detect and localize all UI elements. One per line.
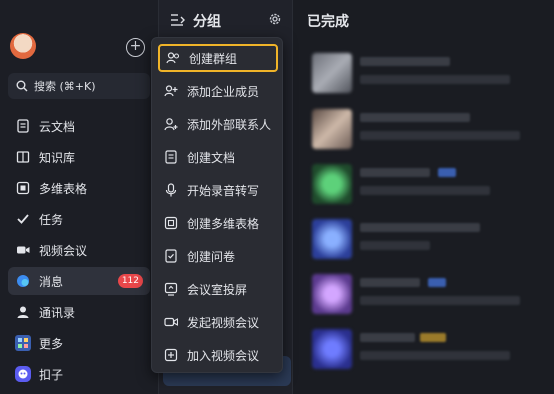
column-title: 分组 — [193, 14, 221, 30]
avatar — [312, 274, 352, 314]
menu-item-label: 加入视频会议 — [187, 348, 260, 363]
menu-item-label: 创建多维表格 — [187, 216, 260, 231]
group-icon — [166, 51, 180, 65]
sidebar-item-label: 消息 — [39, 274, 64, 289]
join-icon — [164, 348, 178, 362]
sidebar-item-label: 视频会议 — [39, 243, 88, 258]
book-icon — [15, 149, 31, 165]
panel-title: 已完成 — [307, 14, 349, 30]
blurred-text — [360, 241, 430, 250]
blurred-text — [360, 75, 510, 84]
menu-item-label: 创建问卷 — [187, 249, 236, 264]
unread-badge: 112 — [117, 274, 143, 288]
sidebar-item-label: 云文档 — [39, 119, 76, 134]
menu-item-add-contact[interactable]: 添加外部联系人 — [158, 110, 278, 138]
sidebar-item-more[interactable]: 更多 — [8, 329, 150, 357]
grid-icon — [15, 335, 31, 351]
mic-icon — [164, 183, 178, 197]
document-icon — [15, 118, 31, 134]
menu-item-label: 创建文档 — [187, 150, 236, 165]
sidebar-item-label: 多维表格 — [39, 181, 88, 196]
blurred-text — [360, 223, 480, 232]
search-bar[interactable]: 搜索 (⌘+K) — [8, 73, 150, 99]
list-item[interactable] — [300, 158, 554, 210]
create-plus-button[interactable]: + — [126, 38, 145, 57]
doc-icon — [164, 150, 178, 164]
message-icon — [15, 273, 31, 289]
blurred-text — [360, 57, 450, 66]
blurred-text — [360, 351, 510, 360]
table-icon — [15, 180, 31, 196]
menu-item-add-member[interactable]: 添加企业成员 — [158, 77, 278, 105]
avatar — [312, 219, 352, 259]
blurred-badge — [420, 333, 446, 342]
sidebar-item-contacts[interactable]: 通讯录 — [8, 298, 150, 326]
sidebar-item-base[interactable]: 多维表格 — [8, 174, 150, 202]
contacts-icon — [15, 304, 31, 320]
avatar — [312, 53, 352, 93]
menu-item-create-base[interactable]: 创建多维表格 — [158, 209, 278, 237]
menu-item-label: 会议室投屏 — [187, 282, 248, 297]
avatar[interactable] — [10, 33, 36, 59]
search-icon — [16, 80, 28, 92]
menu-item-label: 发起视频会议 — [187, 315, 260, 330]
blurred-badge — [438, 168, 456, 177]
menu-item-label: 开始录音转写 — [187, 183, 260, 198]
menu-item-label: 创建群组 — [189, 51, 238, 66]
search-label: 搜索 (⌘+K) — [34, 80, 96, 93]
blurred-text — [360, 113, 470, 122]
menu-item-label: 添加企业成员 — [187, 84, 260, 99]
add-member-icon — [164, 84, 178, 98]
sidebar-item-tasks[interactable]: 任务 — [8, 205, 150, 233]
menu-item-join-meeting[interactable]: 加入视频会议 — [158, 341, 278, 369]
sidebar-item-coze[interactable]: 扣子 — [8, 360, 150, 388]
bot-icon — [15, 366, 31, 382]
gear-icon[interactable] — [268, 12, 282, 26]
menu-item-create-doc[interactable]: 创建文档 — [158, 143, 278, 171]
avatar — [312, 109, 352, 149]
menu-item-create-survey[interactable]: 创建问卷 — [158, 242, 278, 270]
menu-item-create-group[interactable]: 创建群组 — [158, 44, 278, 72]
list-item[interactable] — [300, 213, 554, 265]
menu-item-label: 添加外部联系人 — [187, 117, 272, 132]
sidebar-item-docs[interactable]: 云文档 — [8, 112, 150, 140]
menu-item-screen-share[interactable]: 会议室投屏 — [158, 275, 278, 303]
create-menu: 创建群组 添加企业成员 添加外部联系人 创建文档 开始录音转写 创建多维表格 创… — [151, 37, 283, 373]
menu-item-transcribe[interactable]: 开始录音转写 — [158, 176, 278, 204]
blurred-text — [360, 278, 420, 287]
group-list-icon[interactable] — [170, 13, 186, 27]
sidebar-item-label: 知识库 — [39, 150, 76, 165]
list-item[interactable] — [300, 103, 554, 155]
sidebar-item-label: 通讯录 — [39, 305, 76, 320]
video-icon — [15, 242, 31, 258]
app-window: + 搜索 (⌘+K) 云文档 知识库 多维表格 任务 视频会议 消息 112 通… — [0, 0, 554, 394]
screen-share-icon — [164, 282, 178, 296]
check-icon — [15, 211, 31, 227]
sidebar-item-label: 扣子 — [39, 367, 64, 382]
list-item[interactable] — [300, 268, 554, 320]
survey-icon — [164, 249, 178, 263]
blurred-text — [360, 168, 430, 177]
blurred-text — [360, 296, 520, 305]
sidebar-item-label: 任务 — [39, 212, 64, 227]
sidebar: + 搜索 (⌘+K) 云文档 知识库 多维表格 任务 视频会议 消息 112 通… — [0, 0, 158, 394]
blurred-text — [360, 131, 520, 140]
avatar — [312, 329, 352, 369]
add-contact-icon — [164, 117, 178, 131]
list-item[interactable] — [300, 47, 554, 99]
blurred-badge — [428, 278, 446, 287]
sidebar-item-messages[interactable]: 消息 112 — [8, 267, 150, 295]
menu-item-start-meeting[interactable]: 发起视频会议 — [158, 308, 278, 336]
avatar — [312, 164, 352, 204]
list-item[interactable] — [300, 323, 554, 375]
sidebar-item-wiki[interactable]: 知识库 — [8, 143, 150, 171]
blurred-text — [360, 186, 490, 195]
sidebar-item-meetings[interactable]: 视频会议 — [8, 236, 150, 264]
video-icon — [164, 315, 178, 329]
sidebar-item-label: 更多 — [39, 336, 64, 351]
blurred-text — [360, 333, 415, 342]
table-icon — [164, 216, 178, 230]
